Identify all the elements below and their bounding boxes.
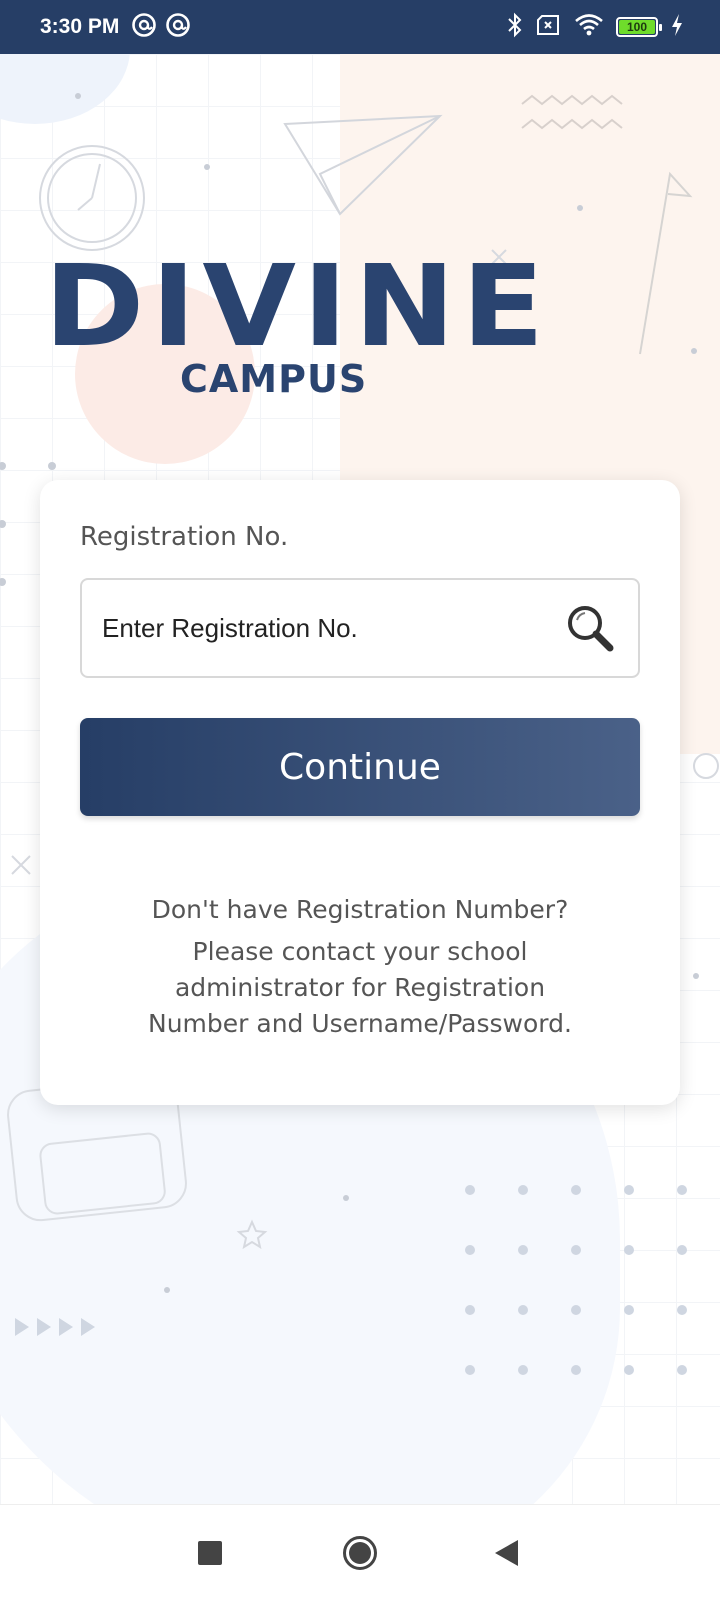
continue-button[interactable]: Continue	[80, 718, 640, 816]
logo-sub-text: CAMPUS	[180, 357, 368, 401]
paper-plane-icon	[283, 114, 443, 216]
battery-icon: 100	[616, 17, 662, 37]
app-logo: DIVINE CAMPUS	[44, 205, 684, 405]
recents-button[interactable]	[188, 1531, 232, 1575]
square-icon	[198, 1541, 222, 1565]
status-bar: 3:30 PM 100	[0, 0, 720, 54]
wave-icon	[521, 94, 623, 130]
wifi-icon	[574, 13, 604, 41]
at-icon	[165, 12, 191, 42]
dot-grid	[465, 1185, 687, 1375]
back-icon	[495, 1540, 518, 1566]
help-line: Don't have Registration Number?	[151, 895, 569, 924]
help-line: Please contact your school	[192, 937, 528, 966]
registration-field[interactable]	[80, 578, 640, 678]
back-button[interactable]	[484, 1531, 528, 1575]
bluetooth-icon	[506, 12, 524, 42]
registration-label: Registration No.	[80, 522, 289, 552]
registration-card: Registration No. Continue Don't have Reg…	[40, 480, 680, 1105]
at-icon	[131, 12, 157, 42]
battery-level: 100	[619, 20, 655, 34]
home-button[interactable]	[338, 1531, 382, 1575]
logo-main-text: DIVINE	[44, 242, 551, 372]
help-line: administrator for Registration	[174, 973, 546, 1002]
navigation-bar	[0, 1504, 720, 1600]
arrows-icon	[15, 1318, 95, 1336]
no-sim-icon	[536, 14, 562, 40]
help-line: Number and Username/Password.	[148, 1009, 572, 1038]
registration-input[interactable]	[102, 612, 562, 644]
search-icon[interactable]	[562, 600, 618, 656]
status-time: 3:30 PM	[40, 15, 120, 38]
home-icon	[343, 1536, 377, 1570]
charging-icon	[670, 13, 684, 41]
help-text: Don't have Registration Number? Please c…	[80, 892, 640, 1042]
star-icon	[236, 1219, 268, 1250]
